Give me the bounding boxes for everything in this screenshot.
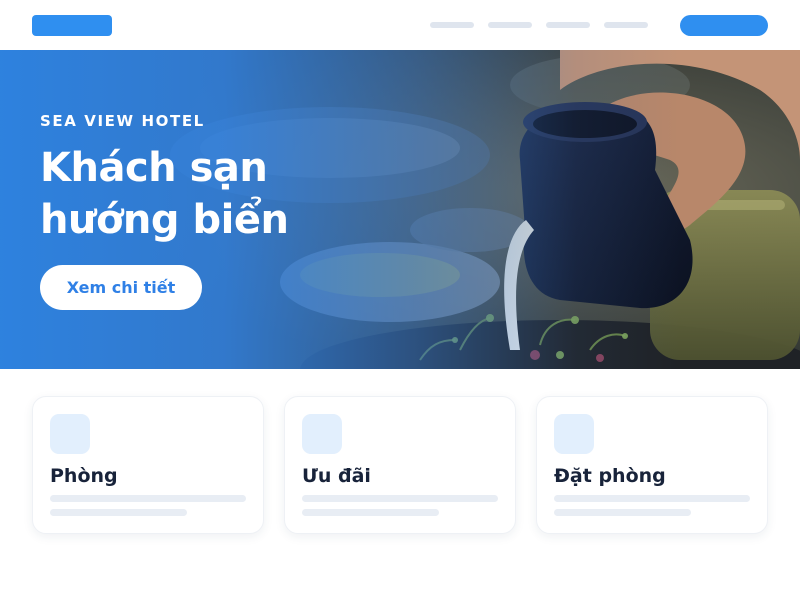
card-title: Phòng [50,465,118,487]
hero-eyebrow: SEA VIEW HOTEL [40,112,205,130]
nav-cta-button[interactable] [680,15,768,36]
card-rooms[interactable]: Phòng [32,396,264,534]
card-text-placeholder [302,495,498,502]
card-text-placeholder [554,495,750,502]
hero-title: Khách sạn hướng biển [40,142,400,246]
card-booking[interactable]: Đặt phòng [536,396,768,534]
card-title: Ưu đãi [302,465,371,487]
hero-title-line1: Khách sạn [40,145,268,191]
nav-link-4[interactable] [604,22,648,28]
nav-link-1[interactable] [430,22,474,28]
card-text-placeholder [50,495,246,502]
logo-placeholder[interactable] [32,15,112,36]
card-offers[interactable]: Ưu đãi [284,396,516,534]
top-navbar [0,0,800,50]
room-icon [50,414,90,454]
nav-link-3[interactable] [546,22,590,28]
hero-banner: SEA VIEW HOTEL Khách sạn hướng biển Xem … [0,50,800,369]
card-text-placeholder [554,509,691,516]
card-text-placeholder [50,509,187,516]
card-text-placeholder [302,509,439,516]
card-title: Đặt phòng [554,465,666,487]
nav-link-2[interactable] [488,22,532,28]
booking-icon [554,414,594,454]
hero-title-line2: hướng biển [40,197,289,243]
offer-icon [302,414,342,454]
view-details-button[interactable]: Xem chi tiết [40,265,202,310]
